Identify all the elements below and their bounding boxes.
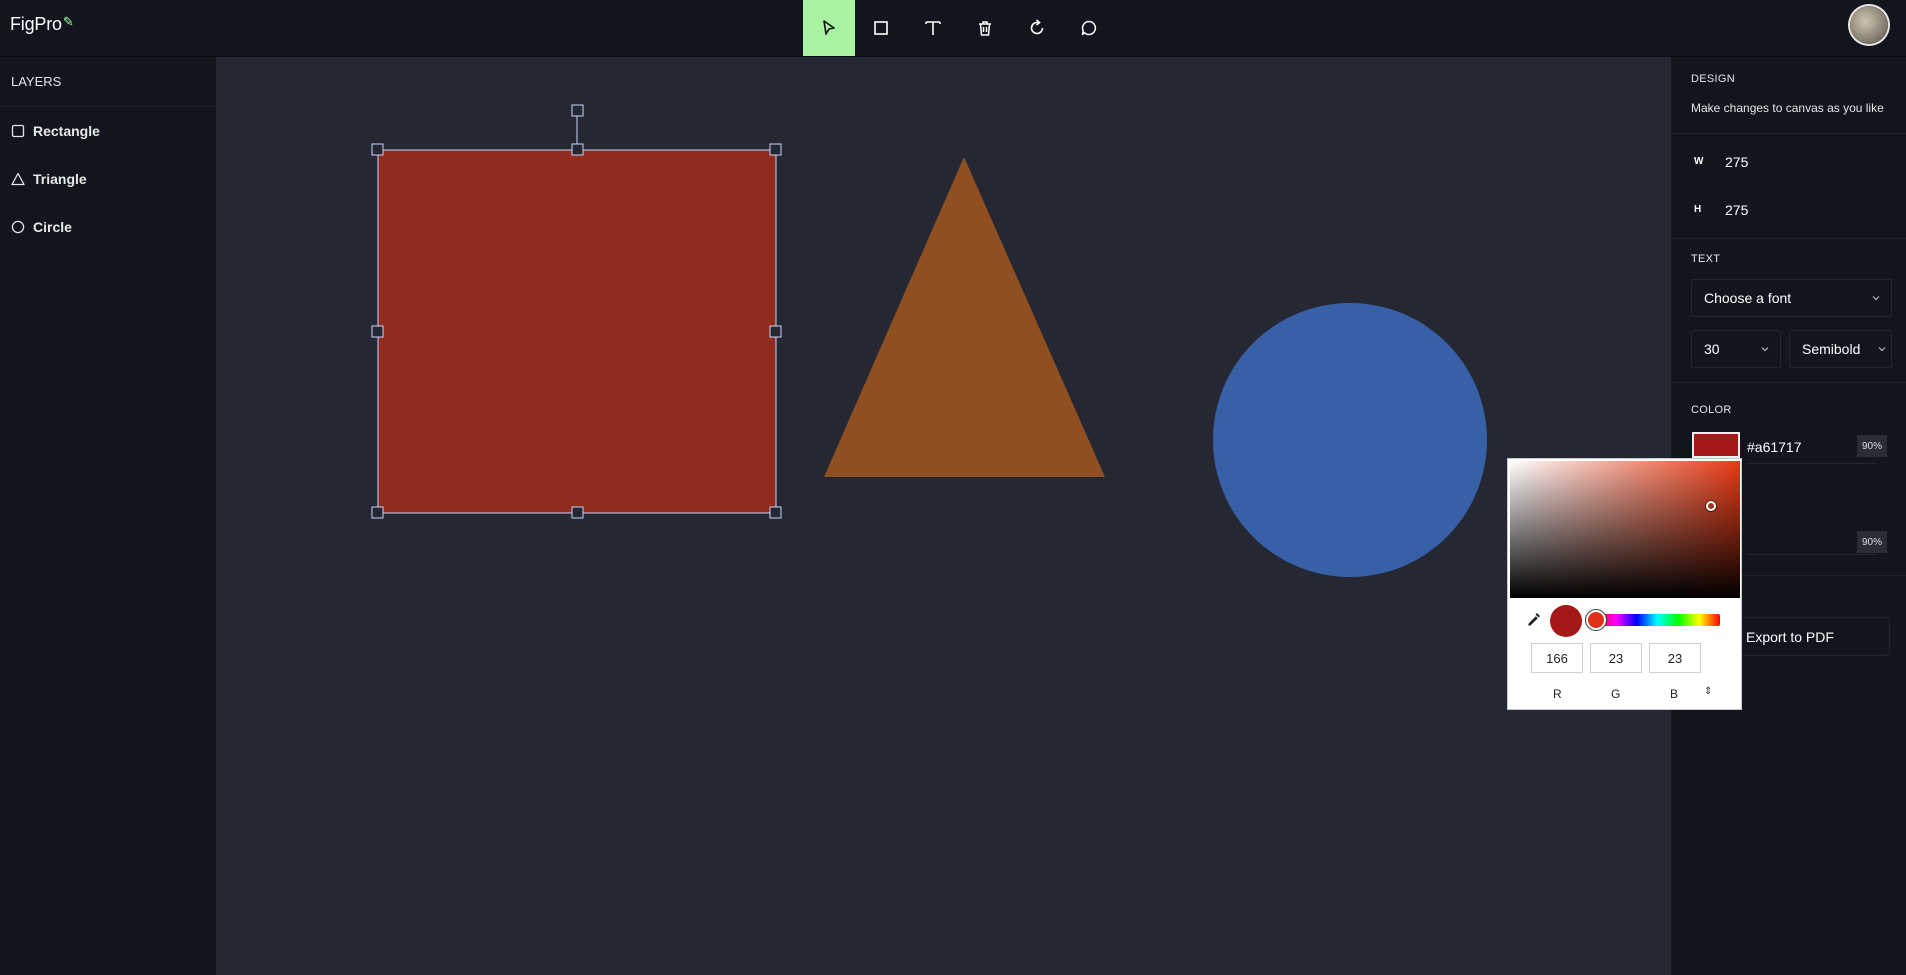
font-family-value: Choose a font <box>1704 290 1792 306</box>
blue-input[interactable]: 23 <box>1649 643 1701 673</box>
color-preview <box>1550 605 1582 637</box>
divider <box>0 106 216 107</box>
rectangle-tool-button[interactable] <box>855 0 907 56</box>
layer-label: Triangle <box>33 171 87 187</box>
divider <box>1747 463 1877 464</box>
resize-handle[interactable] <box>769 143 782 156</box>
square-icon <box>11 124 25 138</box>
red-label: R <box>1553 687 1562 701</box>
resize-handle[interactable] <box>371 143 384 156</box>
height-label: H <box>1694 204 1702 215</box>
trash-icon <box>979 21 991 36</box>
resize-handle[interactable] <box>571 143 584 156</box>
font-weight-select[interactable]: Semibold <box>1789 330 1892 368</box>
rectangle-shape[interactable] <box>378 150 776 513</box>
layer-item-circle[interactable]: Circle <box>11 219 72 235</box>
design-canvas[interactable] <box>216 57 1671 975</box>
divider <box>1671 382 1906 383</box>
font-family-select[interactable]: Choose a font <box>1691 279 1892 317</box>
layer-label: Rectangle <box>33 123 100 139</box>
text-tool-button[interactable] <box>907 0 959 56</box>
width-input[interactable]: 275 <box>1725 154 1748 170</box>
layer-label: Circle <box>33 219 72 235</box>
reset-tool-button[interactable] <box>1011 0 1063 56</box>
layers-panel: LAYERS Rectangle Triangle Circle <box>0 57 216 975</box>
chevron-down-icon <box>1761 347 1769 352</box>
export-pdf-button[interactable]: Export to PDF <box>1731 617 1890 656</box>
color-section-label: COLOR <box>1691 404 1732 416</box>
logo-text: FigPro <box>10 14 62 34</box>
delete-tool-button[interactable] <box>959 0 1011 56</box>
divider <box>1747 554 1877 555</box>
app-logo[interactable]: FigPro✎ <box>10 14 74 35</box>
color-mode-toggle-icon[interactable]: ⇕ <box>1704 686 1712 697</box>
cursor-icon <box>823 20 835 35</box>
saturation-cursor[interactable] <box>1706 501 1716 511</box>
divider <box>1671 133 1906 134</box>
comment-tool-button[interactable] <box>1063 0 1115 56</box>
layers-title: LAYERS <box>11 74 62 89</box>
design-subtitle: Make changes to canvas as you like <box>1691 101 1884 115</box>
hue-slider-handle[interactable] <box>1586 610 1606 630</box>
top-bar: FigPro✎ <box>0 0 1906 57</box>
font-size-select[interactable]: 30 <box>1691 330 1781 368</box>
resize-handle[interactable] <box>769 506 782 519</box>
resize-handle[interactable] <box>769 325 782 338</box>
user-avatar[interactable] <box>1850 6 1888 44</box>
square-icon <box>874 21 888 35</box>
fill-opacity[interactable]: 90% <box>1857 435 1887 457</box>
saturation-value-area[interactable] <box>1510 461 1740 598</box>
fill-color-swatch[interactable] <box>1692 432 1740 458</box>
chevron-down-icon <box>1878 347 1886 352</box>
green-label: G <box>1611 687 1621 701</box>
fill-color-hex[interactable]: #a61717 <box>1747 439 1802 455</box>
divider <box>1671 238 1906 239</box>
height-input[interactable]: 275 <box>1725 202 1748 218</box>
blue-label: B <box>1670 687 1679 701</box>
layer-item-rectangle[interactable]: Rectangle <box>11 123 100 139</box>
text-section-label: TEXT <box>1691 253 1721 265</box>
design-title: DESIGN <box>1691 73 1735 85</box>
triangle-shape[interactable] <box>824 157 1105 477</box>
resize-handle[interactable] <box>571 506 584 519</box>
pen-icon: ✎ <box>62 14 74 29</box>
layer-item-triangle[interactable]: Triangle <box>11 171 87 187</box>
text-icon <box>925 21 941 35</box>
circle-icon <box>11 220 25 234</box>
stroke-opacity[interactable]: 90% <box>1857 531 1887 553</box>
toolbar <box>803 0 1115 56</box>
select-tool-button[interactable] <box>803 0 855 56</box>
rotate-icon <box>1030 19 1044 35</box>
green-input[interactable]: 23 <box>1590 643 1642 673</box>
eyedropper-icon[interactable] <box>1526 611 1542 627</box>
color-picker: 166 23 23 R G B ⇕ <box>1507 458 1742 710</box>
font-size-value: 30 <box>1704 341 1720 357</box>
resize-handle[interactable] <box>371 325 384 338</box>
circle-shape[interactable] <box>1213 303 1487 577</box>
red-input[interactable]: 166 <box>1531 643 1583 673</box>
width-label: W <box>1694 156 1704 167</box>
hue-slider[interactable] <box>1586 610 1720 630</box>
canvas-shapes <box>371 104 1487 577</box>
comment-icon <box>1081 20 1097 36</box>
resize-handle[interactable] <box>371 506 384 519</box>
resize-handle[interactable] <box>571 104 584 117</box>
chevron-down-icon <box>1872 296 1880 301</box>
font-weight-value: Semibold <box>1802 341 1861 357</box>
triangle-icon <box>11 172 25 186</box>
